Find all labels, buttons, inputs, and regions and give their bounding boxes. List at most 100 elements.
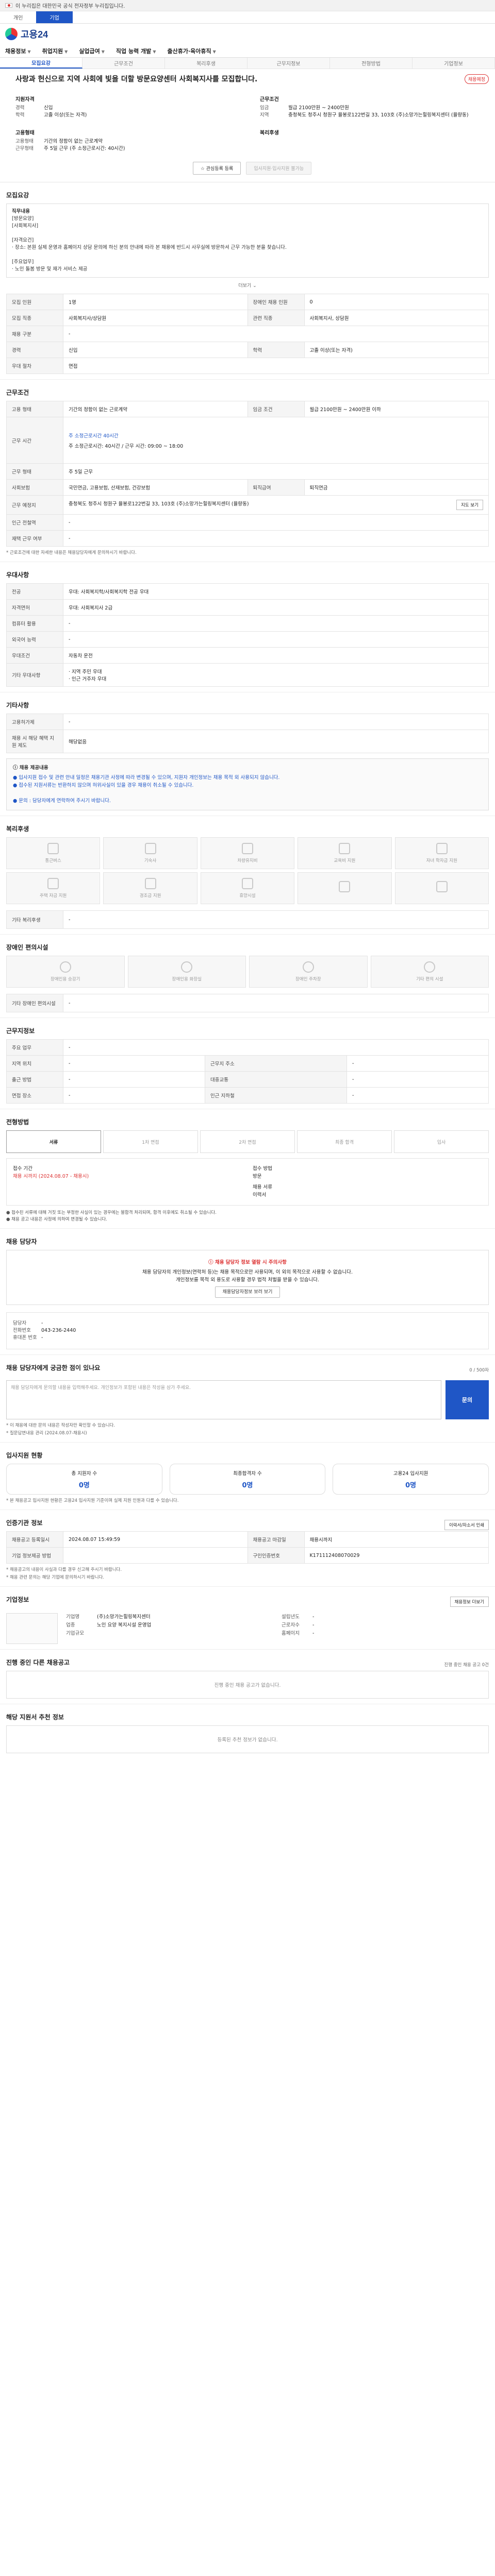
row-value: - — [63, 530, 489, 547]
kv-value: 기간의 정함이 없는 근로계약 — [44, 139, 103, 144]
welfare-label: 차량유지비 — [237, 858, 258, 863]
welfare-item: 교육비 지원 — [298, 837, 392, 869]
print-button[interactable]: 이력서/자소서 인쇄 — [444, 1519, 489, 1530]
logo-text[interactable]: 고용24 — [21, 27, 48, 41]
process-step[interactable]: 입사 — [394, 1130, 489, 1153]
kv-key: 업종 — [66, 1622, 75, 1628]
tab-welfare[interactable]: 복리후생 — [165, 58, 248, 69]
section-title: 진행 중인 다른 채용공고 — [6, 1659, 70, 1666]
nav-item-training[interactable]: 직업 능력 개발 ▼ — [116, 47, 156, 55]
more-jobs-button[interactable]: 채용정보 더보기 — [450, 1596, 489, 1607]
row-header: 인근 전철역 — [6, 514, 63, 531]
question-input[interactable]: 채용 담당자에게 문의할 내용을 입력해주세요. 개인정보가 포함된 내용은 작… — [6, 1380, 441, 1419]
work-condition-section: 근무조건 고용 형태 기간의 정함이 없는 근로계약 임금 조건 월급 2100… — [0, 380, 495, 562]
page-title: 사랑과 헌신으로 지역 사회에 빛을 더할 방문요양센터 사회복지사를 모집합니… — [15, 75, 258, 83]
interest-button[interactable]: ☆ 관심등록 등록 — [192, 162, 241, 175]
section-title: 근무지정보 — [6, 1027, 35, 1035]
qna-section: 채용 담당자에게 궁금한 점이 있나요 0 / 500자 채용 담당자에게 문의… — [0, 1355, 495, 1443]
facility-item: 기타 편의 시설 — [370, 956, 489, 988]
global-nav: 채용정보 ▼ 취업지원 ▼ 실업급여 ▼ 직업 능력 개발 ▼ 출산휴가·육아휴직 ▼ — [0, 44, 495, 58]
row-header: 우대조건 — [6, 647, 63, 664]
row-header: 면접 장소 — [6, 1087, 63, 1104]
logo-icon[interactable] — [5, 28, 18, 40]
facility-label: 장애인용 화장실 — [172, 977, 202, 982]
row-value: 국민연금, 고용보험, 산재보험, 건강보험 — [63, 479, 248, 496]
kv-key: 기업규모 — [66, 1631, 84, 1636]
stat-value: 0명 — [78, 1481, 90, 1489]
logo-row: 고용24 — [0, 24, 495, 44]
tab-recruit[interactable]: 모집요강 — [0, 58, 82, 69]
row-value: 사회복지사, 상담원 — [304, 310, 489, 326]
welfare-section: 복리후생 통근버스 기숙사 차량유지비 교육비 지원 자녀 학자금 지원 주택 자금 지원… — [0, 816, 495, 935]
time-detail: 주 소정근로시간: 40시간 / 근무 시간: 09:00 ~ 18:00 — [69, 443, 184, 449]
row-header: 기타 우대사항 — [6, 663, 63, 687]
welfare-item: 기숙사 — [103, 837, 197, 869]
other-jobs-section: 진행 중인 다른 채용공고 진행 중인 채용 공고 0건 진행 중인 채용 공고… — [0, 1650, 495, 1704]
location-section: 근무지정보 주요 업무 - 지역 위치 - 근무지 주소 - 출근 방법 - 대중교통 - 면접 장… — [0, 1018, 495, 1109]
tab-company[interactable]: 기업정보 — [412, 58, 495, 69]
question-submit-button[interactable]: 문의 — [446, 1380, 489, 1419]
section-tabs: 모집요강 근무조건 복리후생 근무지정보 전형방법 기업정보 — [0, 58, 495, 69]
row-value: 해당없음 — [63, 730, 489, 753]
docs-value: 이력서 — [253, 1192, 267, 1198]
nav-item-leave[interactable]: 출산휴가·육아휴직 ▼ — [167, 47, 216, 55]
row-header: 출근 방법 — [6, 1071, 63, 1088]
welfare-grid: 통근버스 기숙사 차량유지비 교육비 지원 자녀 학자금 지원 주택 자금 지원 경조금 지… — [6, 837, 489, 904]
process-step[interactable]: 최종 합격 — [297, 1130, 392, 1153]
kv-value: 월급 2100만원 ~ 2400만원 — [288, 105, 349, 111]
row-header: 근무 형태 — [6, 463, 63, 480]
row-header: 모집 인원 — [6, 294, 63, 310]
row-value: 0 — [304, 294, 489, 310]
char-counter: 0 / 500자 — [469, 1367, 489, 1373]
preference-table: 전공 우대: 사회복지학/사회복지학 전공 우대 자격면허 우대: 사회복지사 2급 컴… — [6, 583, 489, 687]
row-value: · 지역 주민 우대 · 인근 거주자 우대 — [63, 663, 489, 687]
preference-section: 우대사항 전공 우대: 사회복지학/사회복지학 전공 우대 자격면허 우대: 사회복지… — [0, 562, 495, 692]
alert-line: 개인정보를 목적 외 용도로 사용할 경우 법적 처벌을 받을 수 있습니다. — [176, 1277, 319, 1283]
welfare-icon — [144, 878, 156, 889]
nav-item-support[interactable]: 취업지원 ▼ — [42, 47, 68, 55]
row-value: K171112408070029 — [304, 1547, 489, 1564]
nav-item-unemployment[interactable]: 실업급여 ▼ — [79, 47, 105, 55]
nav-item-jobs[interactable]: 채용정보 ▼ — [5, 47, 31, 55]
process-step[interactable]: 2차 면접 — [200, 1130, 295, 1153]
map-button[interactable]: 지도 보기 — [456, 500, 483, 510]
row-value: - — [63, 615, 489, 632]
job-summary: 사랑과 헌신으로 지역 사회에 빛을 더할 방문요양센터 사회복지사를 모집합니… — [0, 69, 495, 182]
apply-status-section: 입사지원 현황 총 지원자 수 0명 최종합격자 수 0명 고용24 입사지원 0명 … — [0, 1443, 495, 1510]
apply-button[interactable]: 입사지원·입사지원 불가능 — [246, 162, 312, 175]
row-header: 대중교통 — [205, 1071, 347, 1088]
facility-icon — [181, 961, 193, 973]
stat-card: 총 지원자 수 0명 — [6, 1464, 162, 1495]
empty-state: 등록된 추천 정보가 없습니다. — [6, 1725, 489, 1753]
tab-process[interactable]: 전형방법 — [330, 58, 412, 69]
section-title: 채용 담당자 — [6, 1238, 37, 1245]
stat-label: 최종합격자 수 — [233, 1470, 262, 1477]
tab-work-condition[interactable]: 근무조건 — [82, 58, 165, 69]
info-line: ● 접수된 지원서류는 반환하지 않으며 허위사실이 있을 경우 채용이 취소될… — [13, 783, 194, 788]
more-button[interactable]: 더보기 ⌄ — [6, 282, 489, 289]
row-value: - — [63, 714, 489, 730]
section-title: 우대사항 — [6, 571, 29, 579]
tab-company[interactable]: 기업 — [36, 11, 73, 23]
row-header: 지역 위치 — [6, 1055, 63, 1072]
section-title: 복리후생 — [6, 825, 29, 833]
welfare-icon — [436, 881, 448, 892]
alert-head: ⓘ 채용 담당자 정보 열람 시 주의사항 — [208, 1260, 287, 1265]
row-header: 근무 시간 — [6, 417, 63, 464]
tab-personal[interactable]: 개인 — [0, 11, 36, 23]
welfare-item: 통근버스 — [6, 837, 101, 869]
welfare-item: 경조금 지원 — [103, 872, 197, 904]
welfare-item: 차량유지비 — [200, 837, 295, 869]
row-value: 충청북도 청주시 청원구 율봉로122번길 33, 103호 (주)소망가는힐링… — [63, 495, 489, 515]
chevron-down-icon: ▼ — [101, 49, 105, 54]
tab-location[interactable]: 근무지정보 — [248, 58, 330, 69]
welfare-label: 주택 자금 지원 — [40, 893, 67, 899]
note: * 이 채용에 대한 문의 내용은 작성자만 확인할 수 있습니다. — [6, 1423, 116, 1428]
process-step[interactable]: 서류 — [6, 1130, 101, 1153]
row-header: 고용 형태 — [6, 401, 63, 417]
show-contact-button[interactable]: 채용담당자정보 보러 보기 — [214, 1286, 280, 1298]
process-step[interactable]: 1차 면접 — [103, 1130, 198, 1153]
row-value: 월급 2100만원 ~ 2400만원 이하 — [304, 401, 489, 417]
row-header: 인근 지하철 — [205, 1087, 347, 1104]
info-line — [13, 789, 482, 797]
